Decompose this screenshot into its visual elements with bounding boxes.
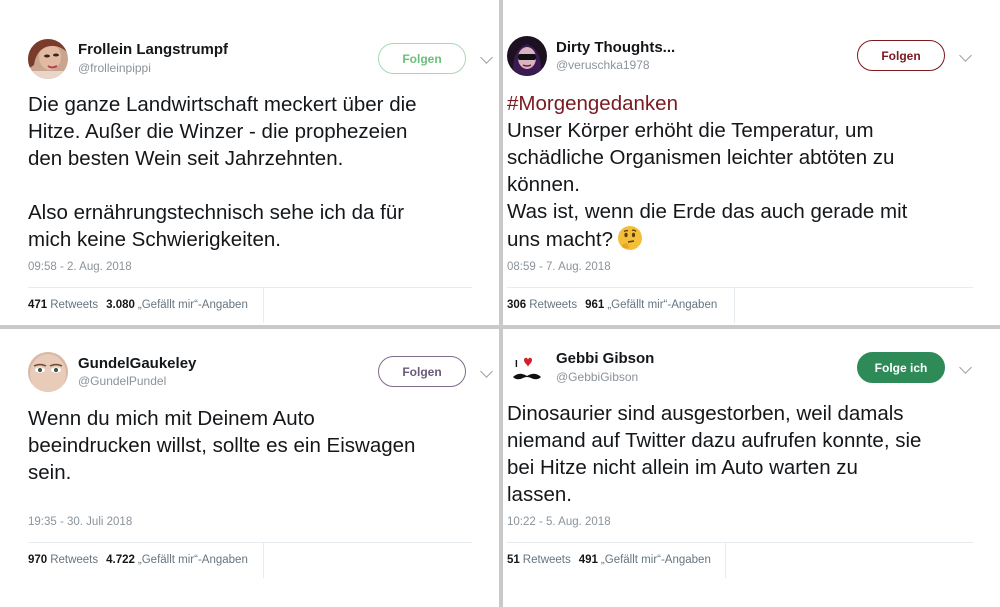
like-count[interactable]: 491 bbox=[579, 554, 598, 566]
likes-label[interactable]: „Gefällt mir“-Angaben bbox=[607, 299, 717, 311]
tweet-text: #Morgengedanken Unser Körper erhöht die … bbox=[507, 90, 907, 252]
tweet-text: Dinosaurier sind ausgestorben, weil dama… bbox=[507, 400, 921, 508]
display-name[interactable]: Gebbi Gibson bbox=[556, 350, 654, 367]
divider bbox=[263, 542, 264, 578]
user-handle[interactable]: @GebbiGibson bbox=[556, 370, 638, 384]
divider bbox=[507, 287, 973, 288]
tweet-stats: 306 Retweets 961 „Gefällt mir“-Angaben bbox=[507, 299, 717, 311]
likes-label[interactable]: „Gefällt mir“-Angaben bbox=[138, 554, 248, 566]
tweet-text: Wenn du mich mit Deinem Auto beeindrucke… bbox=[28, 405, 415, 486]
tweet-card: I Gebbi Gibson @GebbiGibson Folge ich Di… bbox=[503, 329, 1000, 607]
tweet-text-line: bei Hitze nicht allein im Auto warten zu bbox=[507, 456, 858, 479]
like-count[interactable]: 3.080 bbox=[106, 299, 135, 311]
chevron-down-icon[interactable] bbox=[959, 361, 972, 374]
tweet-text-line: sein. bbox=[28, 461, 72, 484]
tweet-text-line: schädliche Organismen leichter abtöten z… bbox=[507, 146, 895, 169]
follow-button[interactable]: Folgen bbox=[378, 43, 466, 74]
tweet-text-line-last: uns macht? bbox=[507, 225, 907, 252]
chevron-down-icon[interactable] bbox=[480, 365, 493, 378]
divider bbox=[725, 542, 726, 578]
retweet-count[interactable]: 51 bbox=[507, 554, 520, 566]
timestamp[interactable]: 09:58 - 2. Aug. 2018 bbox=[28, 261, 132, 273]
divider bbox=[28, 287, 472, 288]
tweet-stats: 970 Retweets 4.722 „Gefällt mir“-Angaben bbox=[28, 554, 248, 566]
retweet-count[interactable]: 306 bbox=[507, 299, 526, 311]
tweet-text-line bbox=[28, 172, 417, 199]
tweet-text-line: niemand auf Twitter dazu aufrufen konnte… bbox=[507, 429, 922, 452]
follow-button[interactable]: Folgen bbox=[857, 40, 945, 71]
avatar[interactable] bbox=[507, 36, 547, 76]
retweets-label[interactable]: Retweets bbox=[50, 554, 98, 566]
avatar[interactable] bbox=[28, 39, 68, 79]
tweet-text-line: Unser Körper erhöht die Temperatur, um bbox=[507, 119, 874, 142]
tweet-text-line: Dinosaurier sind ausgestorben, weil dama… bbox=[507, 402, 904, 425]
display-name[interactable]: GundelGaukeley bbox=[78, 355, 196, 372]
svg-text:I: I bbox=[515, 359, 518, 370]
tweet-stats: 471 Retweets 3.080 „Gefällt mir“-Angaben bbox=[28, 299, 248, 311]
like-count[interactable]: 4.722 bbox=[106, 554, 135, 566]
follow-button[interactable]: Folgen bbox=[378, 356, 466, 387]
retweets-label[interactable]: Retweets bbox=[523, 554, 571, 566]
avatar[interactable]: I bbox=[507, 351, 547, 391]
divider bbox=[734, 287, 735, 323]
tweet-text: Die ganze Landwirtschaft meckert über di… bbox=[28, 91, 417, 253]
tweet-text-line: Die ganze Landwirtschaft meckert über di… bbox=[28, 93, 417, 116]
divider bbox=[28, 542, 472, 543]
display-name[interactable]: Frollein Langstrumpf bbox=[78, 41, 228, 58]
chevron-down-icon[interactable] bbox=[480, 51, 493, 64]
user-handle[interactable]: @frolleinpippi bbox=[78, 61, 151, 75]
tweet-text-line: uns macht? bbox=[507, 228, 613, 251]
retweets-label[interactable]: Retweets bbox=[50, 299, 98, 311]
thinking-face-icon bbox=[617, 226, 642, 250]
like-count[interactable]: 961 bbox=[585, 299, 604, 311]
hashtag-link[interactable]: #Morgengedanken bbox=[507, 90, 907, 117]
divider bbox=[507, 542, 973, 543]
chevron-down-icon[interactable] bbox=[959, 49, 972, 62]
following-button[interactable]: Folge ich bbox=[857, 352, 945, 383]
timestamp[interactable]: 08:59 - 7. Aug. 2018 bbox=[507, 261, 611, 273]
retweet-count[interactable]: 970 bbox=[28, 554, 47, 566]
tweet-text-line: Was ist, wenn die Erde das auch gerade m… bbox=[507, 200, 908, 223]
tweet-text-line: können. bbox=[507, 173, 580, 196]
likes-label[interactable]: „Gefällt mir“-Angaben bbox=[601, 554, 711, 566]
timestamp[interactable]: 19:35 - 30. Juli 2018 bbox=[28, 516, 132, 528]
avatar[interactable] bbox=[28, 352, 68, 392]
tweet-text-line: Wenn du mich mit Deinem Auto bbox=[28, 407, 315, 430]
tweet-text-line: den besten Wein seit Jahrzehnten. bbox=[28, 147, 344, 170]
tweet-card: Frollein Langstrumpf @frolleinpippi Folg… bbox=[0, 0, 499, 325]
tweet-text-line: lassen. bbox=[507, 483, 572, 506]
timestamp[interactable]: 10:22 - 5. Aug. 2018 bbox=[507, 516, 611, 528]
retweets-label[interactable]: Retweets bbox=[529, 299, 577, 311]
tweet-text-line: Also ernährungstechnisch sehe ich da für bbox=[28, 201, 405, 224]
likes-label[interactable]: „Gefällt mir“-Angaben bbox=[138, 299, 248, 311]
display-name[interactable]: Dirty Thoughts... bbox=[556, 39, 675, 56]
user-handle[interactable]: @veruschka1978 bbox=[556, 58, 650, 72]
tweet-card: GundelGaukeley @GundelPundel Folgen Wenn… bbox=[0, 329, 499, 607]
tweet-text-line: Hitze. Außer die Winzer - die prophezeie… bbox=[28, 120, 408, 143]
tweet-stats: 51 Retweets 491 „Gefällt mir“-Angaben bbox=[507, 554, 711, 566]
divider bbox=[263, 287, 264, 323]
tweet-text-line: beeindrucken willst, sollte es ein Eiswa… bbox=[28, 434, 416, 457]
user-handle[interactable]: @GundelPundel bbox=[78, 374, 166, 388]
tweet-card: Dirty Thoughts... @veruschka1978 Folgen … bbox=[503, 0, 1000, 325]
retweet-count[interactable]: 471 bbox=[28, 299, 47, 311]
tweet-text-line: mich keine Schwierigkeiten. bbox=[28, 228, 281, 251]
